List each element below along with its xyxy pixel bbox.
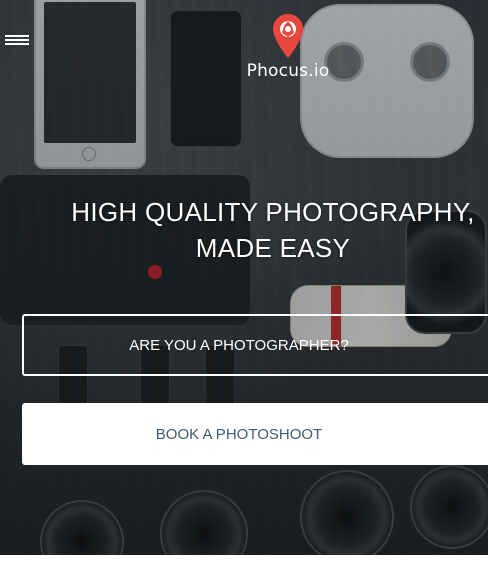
map-pin-camera-icon <box>273 14 303 58</box>
photographer-button[interactable]: ARE YOU A PHOTOGRAPHER? <box>22 314 488 376</box>
hero-background <box>0 0 488 555</box>
brand-name: Phocus.io <box>246 61 330 81</box>
book-photoshoot-button[interactable]: BOOK A PHOTOSHOOT <box>22 403 488 465</box>
headline-line-2: MADE EASY <box>195 233 351 263</box>
hamburger-menu-icon[interactable] <box>5 28 29 46</box>
hero-dim-overlay <box>0 0 488 555</box>
headline-line-1: HIGH QUALITY PHOTOGRAPHY, <box>71 197 475 227</box>
site-logo[interactable]: Phocus.io <box>238 12 338 82</box>
hero-headline: HIGH QUALITY PHOTOGRAPHY, MADE EASY <box>0 194 488 266</box>
